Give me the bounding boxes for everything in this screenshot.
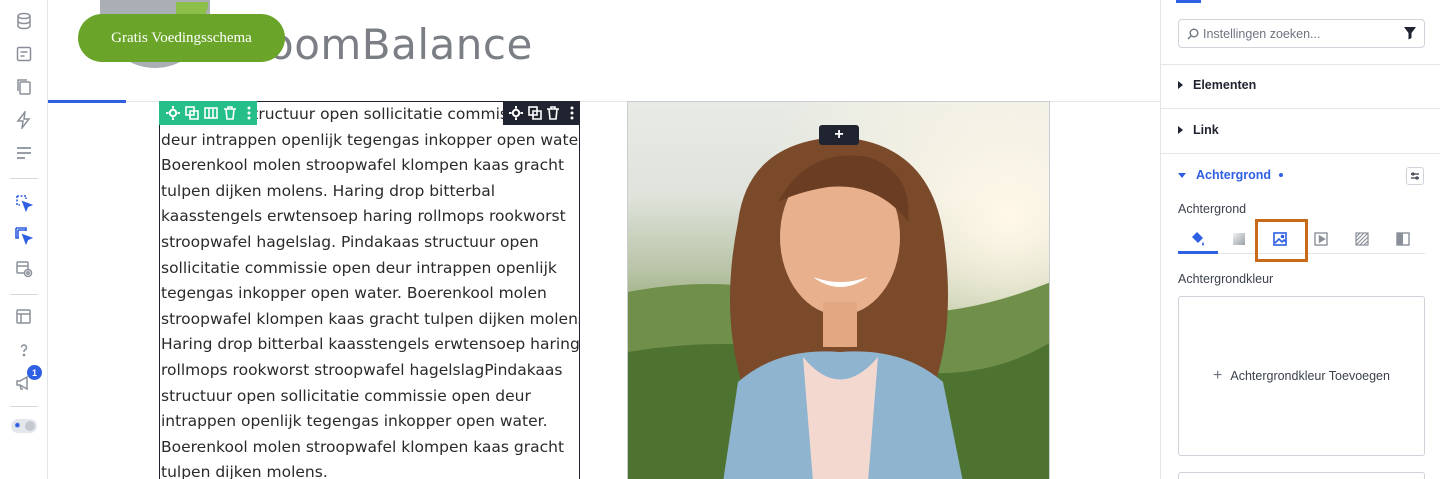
section-link[interactable]: Link xyxy=(1178,123,1219,137)
responsive-settings-button[interactable] xyxy=(1406,167,1424,185)
tab-pattern[interactable] xyxy=(1342,225,1382,253)
row-toolbar xyxy=(159,101,257,125)
gradient-icon xyxy=(1233,233,1245,245)
text-element[interactable]: Pindakaas structuur open sollicitatie co… xyxy=(159,101,580,479)
delete-icon[interactable] xyxy=(222,105,238,122)
paint-bucket-icon xyxy=(1192,232,1204,246)
section-elements-label: Elementen xyxy=(1193,78,1257,92)
portrait-illustration xyxy=(628,102,1049,479)
panel-divider xyxy=(1161,108,1440,109)
settings-panel: Instellingen zoeken... Elementen Link Ac… xyxy=(1160,0,1440,479)
section-link-label: Link xyxy=(1193,123,1219,137)
preview-icon[interactable] xyxy=(14,259,34,279)
left-rail: 1 ✹ xyxy=(0,0,48,479)
video-icon xyxy=(1314,232,1328,246)
app: 1 ✹ oomBalance Gratis Voedingsschema Pin… xyxy=(0,0,1440,479)
panel-divider xyxy=(1161,153,1440,154)
section-background[interactable]: Achtergrond xyxy=(1178,168,1283,182)
more-icon[interactable] xyxy=(564,105,580,122)
cta-button[interactable]: Gratis Voedingsschema xyxy=(78,14,285,62)
next-setting-box[interactable] xyxy=(1178,472,1425,479)
caret-down-icon xyxy=(1178,172,1186,178)
caret-right-icon xyxy=(1178,81,1183,89)
background-color-label: Achtergrondkleur xyxy=(1178,272,1274,286)
background-label: Achtergrond xyxy=(1178,202,1247,216)
bolt-icon[interactable] xyxy=(14,110,34,130)
editor-canvas[interactable]: oomBalance Gratis Voedingsschema Pindaka… xyxy=(48,0,1160,479)
sun-icon: ✹ xyxy=(14,421,21,430)
cursor-select-icon[interactable] xyxy=(14,193,34,213)
section-elements[interactable]: Elementen xyxy=(1178,78,1256,92)
settings-icon[interactable] xyxy=(165,105,181,122)
panel-tab-indicator xyxy=(1176,0,1201,3)
cursor-multi-icon[interactable] xyxy=(14,226,34,246)
settings-icon[interactable] xyxy=(508,105,524,122)
filter-icon[interactable] xyxy=(1403,26,1417,40)
brand-name[interactable]: oomBalance xyxy=(268,20,533,69)
section-background-label: Achtergrond xyxy=(1196,168,1271,182)
plus-icon: + xyxy=(1213,367,1223,384)
image-tab-highlight xyxy=(1255,219,1308,262)
delete-icon[interactable] xyxy=(546,105,562,122)
tab-color[interactable] xyxy=(1178,225,1218,254)
sliders-icon xyxy=(1411,172,1419,180)
theme-toggle[interactable]: ✹ xyxy=(11,419,37,433)
tab-overlay[interactable] xyxy=(1383,225,1423,253)
rail-divider xyxy=(10,294,38,295)
help-icon[interactable] xyxy=(14,340,34,360)
paragraph-text[interactable]: Pindakaas structuur open sollicitatie co… xyxy=(160,102,579,479)
overlay-icon xyxy=(1396,232,1410,246)
database-icon[interactable] xyxy=(14,11,34,31)
pages-icon[interactable] xyxy=(14,77,34,97)
list-icon[interactable] xyxy=(14,143,34,163)
element-toolbar xyxy=(503,101,580,125)
add-background-color-button[interactable]: + Achtergrondkleur Toevoegen xyxy=(1178,296,1425,456)
caret-right-icon xyxy=(1178,126,1183,134)
site-header[interactable]: oomBalance Gratis Voedingsschema xyxy=(48,0,1160,103)
more-icon[interactable] xyxy=(241,105,257,122)
duplicate-icon[interactable] xyxy=(527,105,543,122)
search-icon xyxy=(1187,28,1199,39)
portrait-image[interactable] xyxy=(627,101,1050,479)
form-icon[interactable] xyxy=(14,44,34,64)
columns-icon[interactable] xyxy=(203,105,219,122)
duplicate-icon[interactable] xyxy=(184,105,200,122)
nav-active-indicator xyxy=(48,100,126,103)
add-section-button[interactable]: + xyxy=(819,125,859,145)
search-placeholder: Instellingen zoeken... xyxy=(1203,26,1321,41)
settings-search-input[interactable]: Instellingen zoeken... xyxy=(1178,19,1425,48)
panel-divider xyxy=(1161,64,1440,65)
notification-badge: 1 xyxy=(27,365,42,380)
rail-divider xyxy=(10,406,38,407)
toggle-knob xyxy=(25,421,35,431)
layers-icon[interactable] xyxy=(14,307,34,327)
pattern-icon xyxy=(1355,232,1369,246)
add-background-color-label: Achtergrondkleur Toevoegen xyxy=(1230,369,1390,383)
rail-divider xyxy=(10,178,38,179)
tab-gradient[interactable] xyxy=(1219,225,1259,253)
modified-dot xyxy=(1279,173,1283,177)
